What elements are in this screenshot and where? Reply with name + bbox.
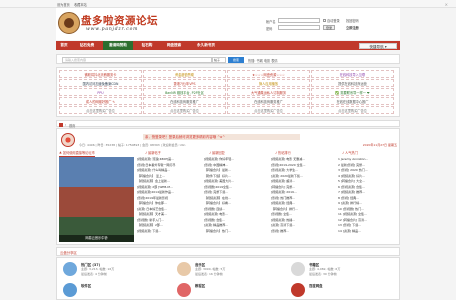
list-item[interactable]: [影视] 推荐... (271, 229, 336, 235)
forum-name[interactable]: 百度网盘 (309, 283, 323, 288)
forum-item[interactable]: 热门区 (37) 主题: 3,213, 帖数: 16万 最后发表: 4 分钟前 (59, 260, 171, 280)
forum-item[interactable]: 百度网盘 (287, 281, 399, 300)
slideshow-caption: 网易云音乐中铃 (59, 235, 134, 242)
ad-slot[interactable]: ★☆☆☆网盘资源☆☆☆ (227, 70, 310, 78)
register-link[interactable]: 立即注册 (346, 25, 359, 30)
site-header: 盘多啦资源论坛 www.panjdzr.com 帐户名 自动登录 找回密码 密码… (56, 8, 400, 40)
tab-hot-ranking[interactable]: ♪ 热帖排行 (275, 149, 291, 157)
set-home-link[interactable]: 设为首页 (57, 2, 70, 7)
nav-item-diamond-buy[interactable]: 钻石购 (136, 41, 158, 50)
ad-slot[interactable]: 点击这里购买广告位 (311, 106, 394, 114)
ad-slot[interactable]: BanNR 赚钱平台, P2P社区 (143, 88, 226, 96)
forum-list: 热门区 (37) 主题: 3,213, 帖数: 16万 最后发表: 4 分钟前 … (56, 257, 400, 300)
forum-icon (63, 262, 77, 276)
ad-slot[interactable]: ✅ 需要联系导一样一 ❤ (311, 88, 394, 96)
tab-latest-posts[interactable]: ♪ 最新帖子 (145, 149, 161, 157)
hot-ranking-list: [视频资源] 电影 无删减... [影视]2019-2020 全集... [影视… (271, 157, 336, 234)
popular-list: 1 Jeremy Anniston... 2 最新[影视] 完整... 3 [影… (338, 157, 399, 234)
forum-last-post[interactable]: 最后发表: 30 分钟前 (309, 272, 337, 276)
logo-emblem-icon[interactable] (58, 12, 80, 34)
password-input[interactable] (278, 24, 320, 30)
main-nav: 首页 钻石免费 邀请码赞助 钻石购 网盘搜索 永久新书页 快捷导航 ▾ (56, 41, 400, 50)
forum-stats: 今日: 4496 | 昨日: 35238 | 帖子: 1750893 | 会员:… (79, 143, 186, 147)
announcement-icon (61, 133, 75, 147)
ad-slot[interactable]: 大气通集运私人订制服务 (227, 88, 310, 96)
forum-item[interactable]: 书籍区 主题: 4,082, 帖数: 6万 最后发表: 30 分钟前 (287, 260, 399, 280)
quick-nav-dropdown[interactable]: 快捷导航 ▾ (359, 42, 397, 49)
tab-latest-replies[interactable]: ♪ 最新回复 (209, 149, 225, 157)
search-button[interactable]: 搜索 (228, 57, 244, 63)
section-title[interactable]: 云盘分享区 (60, 250, 77, 255)
forum-name[interactable]: 教程区 (195, 283, 205, 288)
search-input[interactable]: 请输入搜索内容 (62, 57, 212, 63)
ad-slot[interactable]: 成人的网赚好推广 ✎ (59, 97, 142, 105)
account-input[interactable] (278, 17, 320, 23)
forum-item[interactable]: 音乐区 主题: 3090, 帖数: 5万 最后发表: 16 分钟前 (173, 260, 285, 280)
portal-panel: 亲，快登录吧！登录后就可浏览更多精彩内容哦 ^o^ 今日: 4496 | 昨日:… (56, 128, 400, 245)
nav-item-invite-sponsor[interactable]: 邀请码赞助 (103, 41, 133, 50)
password-label: 密码 (266, 26, 273, 31)
ad-slot[interactable]: 点击这里购买广告位 (227, 106, 310, 114)
forum-meta: 主题: 3090, 帖数: 5万 (195, 267, 226, 271)
ad-slot[interactable]: PPU (59, 88, 142, 96)
breadcrumb-sep: › (65, 122, 67, 127)
current-date: 2020年11月27日 星期五 (362, 143, 397, 147)
latest-posts-list: [视频资源] 流浪[480P]画... [影视]日本番外专辑一网打尽 [视频资源… (137, 157, 202, 234)
ad-slot[interactable]: 在线科技商服务推广 (227, 97, 310, 105)
auto-login-label: 自动登录 (327, 19, 340, 24)
list-item[interactable]: 14 [资源] 精品... (338, 229, 399, 235)
forum-icon (291, 262, 305, 276)
forum-item[interactable]: 教程区 (173, 281, 285, 300)
ad-grid: 微软将抖北天稿服务卡 黄金超值赞助 ★☆☆☆网盘资源☆☆☆ 在线科技导入互联 国… (56, 67, 400, 117)
home-icon[interactable] (59, 122, 63, 127)
list-item[interactable]: 【转播合片】热门... (204, 229, 269, 235)
bookmark-link[interactable]: 收藏本站 (74, 2, 87, 7)
auto-login-checkbox[interactable] (323, 18, 326, 22)
close-icon[interactable]: × (445, 2, 448, 7)
forum-icon (177, 283, 191, 297)
top-bar: 设为首页 收藏本站 × (0, 0, 456, 8)
ad-slot[interactable]: 香港7元/年VPS (143, 79, 226, 87)
ad-slot[interactable]: 点击这里购买广告位 (143, 106, 226, 114)
ad-slot[interactable]: 在线科技导入互联 (311, 70, 394, 78)
list-item[interactable]: [视频资源] 下载... (137, 229, 202, 235)
forum-last-post[interactable]: 最后发表: 4 分钟前 (81, 272, 107, 276)
nav-item-home[interactable]: 首页 (56, 41, 72, 50)
tab-featured[interactable]: ♣ 如何使用直接等论坛币 (59, 149, 95, 157)
login-prompt-marquee[interactable]: 亲，快登录吧！登录后就可浏览更多精彩内容哦 ^o^ (143, 134, 300, 140)
forum-icon (63, 283, 77, 297)
ad-slot[interactable]: 提供在线科技商运营 (311, 79, 394, 87)
breadcrumb: › 首页 (56, 120, 400, 128)
featured-slideshow[interactable]: 网易云音乐中铃 (59, 157, 134, 242)
forum-icon (291, 283, 305, 297)
forum-last-post[interactable]: 最后发表: 16 分钟前 (195, 272, 223, 276)
nav-item-new-books[interactable]: 永久新书页 (190, 41, 222, 50)
forum-icon (177, 262, 191, 276)
login-button[interactable]: 登录 (323, 24, 335, 30)
site-logo-url: www.panjdzr.com (86, 27, 139, 32)
forum-name[interactable]: 软件区 (81, 283, 91, 288)
ad-slot[interactable]: 点击这里购买广告位 (59, 106, 142, 114)
ad-slot[interactable]: 在线在线数据中心推广 (311, 97, 394, 105)
forum-meta: 主题: 4,082, 帖数: 6万 (309, 267, 341, 271)
nav-item-diamond-free[interactable]: 钻石免费 (74, 41, 100, 50)
latest-replies-list: [视频资源] 你好年轻... [影视] 中国精神... 【转播合片】最新... … (204, 157, 269, 234)
ad-slot[interactable]: 微软将抖北天稿服务卡 (59, 70, 142, 78)
breadcrumb-current[interactable]: 首页 (69, 123, 75, 128)
forum-item[interactable]: 软件区 (59, 281, 171, 300)
ad-slot[interactable]: 换人应用播放 (227, 79, 310, 87)
search-type-select[interactable]: 帖子 (212, 57, 226, 63)
ad-slot[interactable]: 在线科技商服务推广 (143, 97, 226, 105)
ad-slot[interactable]: 黄金超值赞助 (143, 70, 226, 78)
ad-slot[interactable]: 国内访问加速免备案CDN (59, 79, 142, 87)
search-bar: 请输入搜索内容 帖子 搜索 热搜: 书城 电影 表情 (56, 54, 400, 64)
hot-search-terms[interactable]: 热搜: 书城 电影 表情 (248, 58, 278, 63)
site-logo-title[interactable]: 盘多啦资源论坛 (81, 13, 158, 28)
retrieve-password-link[interactable]: 找回密码 (346, 18, 359, 23)
forum-meta: 主题: 3,213, 帖数: 16万 (81, 267, 115, 271)
nav-item-pan-search[interactable]: 网盘搜索 (161, 41, 187, 50)
account-label: 帐户名 (266, 19, 276, 24)
tab-popular[interactable]: ♪ 人气热门 (342, 149, 358, 157)
section-header: 云盘分享区 (56, 247, 400, 256)
